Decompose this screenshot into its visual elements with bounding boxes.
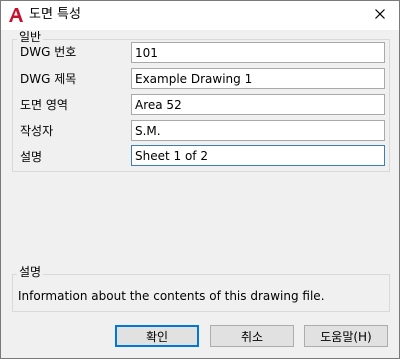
drawing-area-input[interactable] bbox=[131, 94, 385, 115]
description-field-label: 설명 bbox=[20, 150, 43, 164]
description-input[interactable] bbox=[131, 145, 385, 166]
dwg-number-input[interactable] bbox=[131, 42, 385, 63]
author-input[interactable] bbox=[131, 120, 385, 141]
dwg-title-input[interactable] bbox=[131, 68, 385, 89]
description-panel-title: 설명 bbox=[17, 265, 44, 279]
ok-button[interactable]: 확인 bbox=[115, 325, 199, 347]
title-bar: 도면 특성 bbox=[1, 1, 399, 30]
close-button[interactable] bbox=[369, 5, 391, 25]
drawing-area-label: 도면 영역 bbox=[20, 98, 68, 112]
cancel-button[interactable]: 취소 bbox=[210, 325, 294, 347]
description-panel-text: Information about the contents of this d… bbox=[18, 289, 325, 303]
dwg-number-label: DWG 번호 bbox=[20, 45, 77, 59]
general-group-title: 일반 bbox=[17, 30, 44, 44]
autocad-a-icon bbox=[8, 7, 24, 23]
dwg-title-label: DWG 제목 bbox=[20, 72, 77, 86]
close-icon bbox=[375, 8, 385, 22]
drawing-properties-dialog: 도면 특성 일반 DWG 번호 DWG 제목 도면 영역 작성자 설명 설명 I… bbox=[0, 0, 400, 359]
author-label: 작성자 bbox=[20, 124, 54, 138]
help-button[interactable]: 도움말(H) bbox=[304, 325, 388, 347]
window-title: 도면 특성 bbox=[29, 7, 81, 22]
